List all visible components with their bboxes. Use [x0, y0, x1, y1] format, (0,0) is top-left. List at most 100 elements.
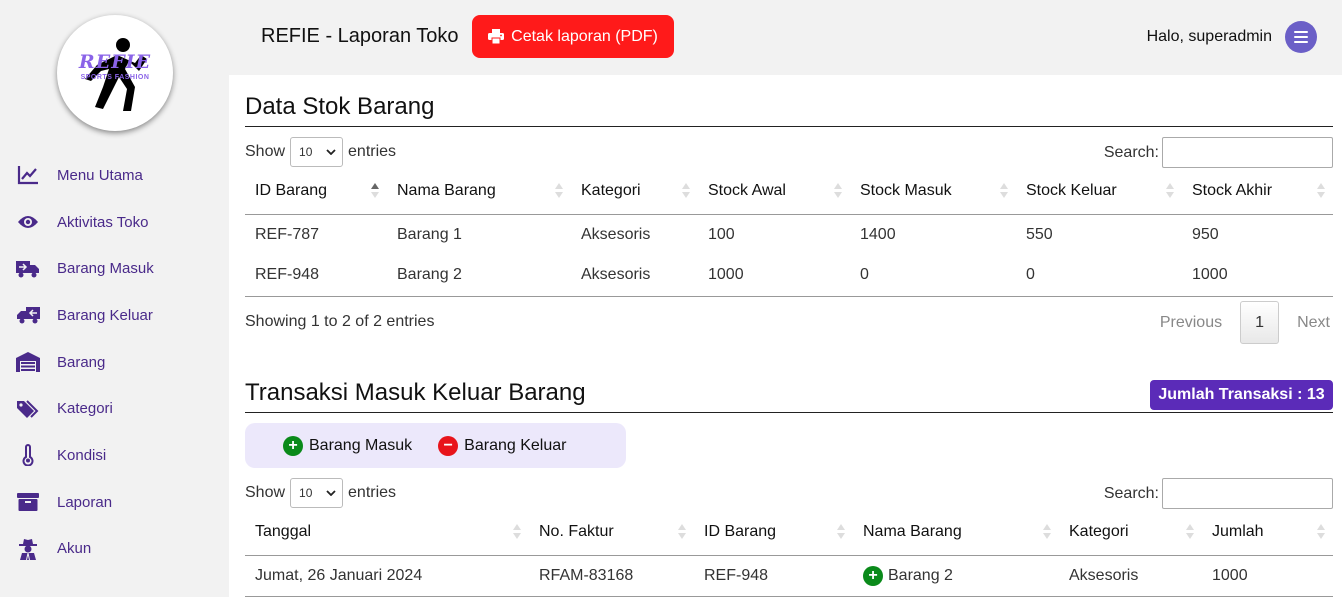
entries-value: 10 — [299, 486, 313, 500]
stock-table-info: Showing 1 to 2 of 2 entries — [245, 313, 435, 330]
table-row: Jumat, 26 Januari 2024 RFAM-83168 REF-94… — [245, 555, 1333, 597]
sidebar-item-label: Kategori — [57, 400, 113, 418]
table-row: REF-948 Barang 2 Aksesoris 1000 0 0 1000 — [245, 255, 1333, 297]
column-header: Stock Awal — [708, 182, 786, 200]
sidebar-item-label: Menu Utama — [57, 166, 143, 184]
logo-subtitle: SPORTS FASHION — [80, 74, 150, 81]
stock-length-control: Show 10 entries — [245, 137, 396, 167]
sort-icon — [1317, 524, 1325, 540]
page-1-button[interactable]: 1 — [1240, 301, 1280, 344]
tags-icon — [16, 397, 40, 421]
sidebar-item-laporan[interactable]: Laporan — [0, 479, 229, 526]
stock-entries-select[interactable]: 10 — [290, 137, 344, 167]
table-cell: Aksesoris — [581, 225, 651, 243]
entries-label: entries — [348, 143, 397, 160]
col-stock-akhir[interactable]: Stock Akhir — [1182, 169, 1333, 215]
transactions-search-input[interactable] — [1162, 478, 1333, 509]
table-cell: Aksesoris — [571, 255, 698, 297]
col-no-faktur[interactable]: No. Faktur — [529, 510, 694, 556]
column-header: Jumlah — [1212, 523, 1264, 541]
column-header: No. Faktur — [539, 523, 614, 541]
transactions-entries-select[interactable]: 10 — [290, 478, 344, 508]
transactions-length-control: Show 10 entries — [245, 478, 396, 508]
legend-outgoing: − Barang Keluar — [438, 435, 566, 456]
sidebar-item-barang[interactable]: Barang — [0, 339, 229, 386]
table-cell: REF-948 — [245, 255, 387, 297]
column-header: Stock Keluar — [1026, 182, 1117, 200]
entries-label: entries — [348, 484, 397, 501]
stock-title-divider — [245, 126, 1333, 127]
sidebar-item-aktivitas-toko[interactable]: Aktivitas Toko — [0, 199, 229, 246]
sort-icon — [1317, 183, 1325, 199]
top-header: REFIE - Laporan Toko Cetak laporan (PDF)… — [229, 0, 1342, 75]
col-nama-barang[interactable]: Nama Barang — [853, 510, 1059, 556]
archive-box-icon — [16, 490, 40, 514]
table-cell: + Barang 2 — [853, 555, 1059, 597]
col-jumlah[interactable]: Jumlah — [1202, 510, 1333, 556]
printer-icon — [488, 29, 505, 44]
table-cell: RFAM-83168 — [529, 555, 694, 597]
sidebar-nav: Menu Utama Aktivitas Toko Barang Masuk B… — [0, 152, 229, 572]
column-header: Tanggal — [255, 523, 312, 541]
plus-circle-icon: + — [863, 565, 883, 586]
sidebar-item-label: Laporan — [57, 493, 113, 511]
item-name: Barang 2 — [888, 566, 953, 584]
chevron-down-icon — [326, 149, 336, 155]
main-content: Data Stok Barang Show 10 entries Search:… — [229, 75, 1342, 597]
hamburger-icon — [1294, 31, 1308, 43]
column-header: Nama Barang — [397, 182, 496, 200]
sidebar-item-menu-utama[interactable]: Menu Utama — [0, 152, 229, 199]
col-nama-barang[interactable]: Nama Barang — [387, 169, 571, 215]
col-kategori[interactable]: Kategori — [571, 169, 698, 215]
print-pdf-button[interactable]: Cetak laporan (PDF) — [472, 15, 674, 58]
legend-incoming: + Barang Masuk — [283, 435, 412, 456]
logo[interactable]: REFIE SPORTS FASHION — [57, 15, 173, 131]
transaction-legend: + Barang Masuk − Barang Keluar — [245, 423, 626, 468]
sidebar-item-label: Kondisi — [57, 446, 107, 464]
sidebar-item-label: Aktivitas Toko — [57, 213, 149, 231]
sidebar: REFIE SPORTS FASHION Menu Utama Aktivita… — [0, 0, 229, 597]
table-cell: 1000 — [698, 255, 850, 297]
sidebar-item-barang-masuk[interactable]: Barang Masuk — [0, 245, 229, 292]
table-cell: 0 — [1016, 255, 1182, 297]
sidebar-item-label: Barang Keluar — [57, 306, 153, 324]
stock-search-input[interactable] — [1162, 137, 1333, 168]
sort-icon — [1043, 524, 1051, 540]
search-label: Search: — [1103, 484, 1159, 502]
col-id-barang[interactable]: ID Barang — [694, 510, 853, 556]
transaction-count-badge: Jumlah Transaksi : 13 — [1150, 380, 1333, 410]
minus-circle-icon: − — [438, 435, 459, 456]
table-cell: 1400 — [860, 225, 896, 243]
sidebar-item-kategori[interactable]: Kategori — [0, 385, 229, 432]
col-stock-awal[interactable]: Stock Awal — [698, 169, 850, 215]
col-stock-masuk[interactable]: Stock Masuk — [850, 169, 1016, 215]
table-row: REF-787 Barang 1 Aksesoris 100 1400 550 … — [245, 214, 1333, 255]
sort-icon — [555, 183, 563, 199]
table-cell: REF-787 — [255, 225, 320, 243]
user-secret-icon — [16, 537, 40, 561]
sidebar-item-kondisi[interactable]: Kondisi — [0, 432, 229, 479]
previous-page-button[interactable]: Previous — [1160, 314, 1222, 332]
sidebar-item-barang-keluar[interactable]: Barang Keluar — [0, 292, 229, 339]
col-stock-keluar[interactable]: Stock Keluar — [1016, 169, 1182, 215]
column-header: ID Barang — [704, 523, 777, 541]
runner-logo-icon — [85, 38, 147, 111]
user-greeting: Halo, superadmin — [1146, 28, 1272, 45]
next-page-button[interactable]: Next — [1297, 314, 1330, 332]
print-pdf-label: Cetak laporan (PDF) — [511, 27, 658, 45]
sidebar-item-akun[interactable]: Akun — [0, 526, 229, 573]
sort-icon — [678, 524, 686, 540]
table-cell: 1000 — [1182, 255, 1333, 297]
col-id-barang[interactable]: ID Barang — [245, 169, 387, 215]
sidebar-item-label: Barang Masuk — [57, 260, 154, 278]
col-tanggal[interactable]: Tanggal — [245, 510, 529, 556]
col-kategori[interactable]: Kategori — [1059, 510, 1202, 556]
sidebar-item-label: Akun — [57, 540, 92, 558]
plus-circle-icon: + — [283, 435, 303, 456]
sort-icon — [834, 183, 842, 199]
transactions-section-title: Transaksi Masuk Keluar Barang — [245, 379, 586, 406]
stock-search: Search: — [1104, 137, 1333, 168]
hamburger-menu-button[interactable] — [1285, 21, 1317, 53]
sort-icon — [837, 524, 845, 540]
column-header: Stock Masuk — [860, 182, 952, 200]
